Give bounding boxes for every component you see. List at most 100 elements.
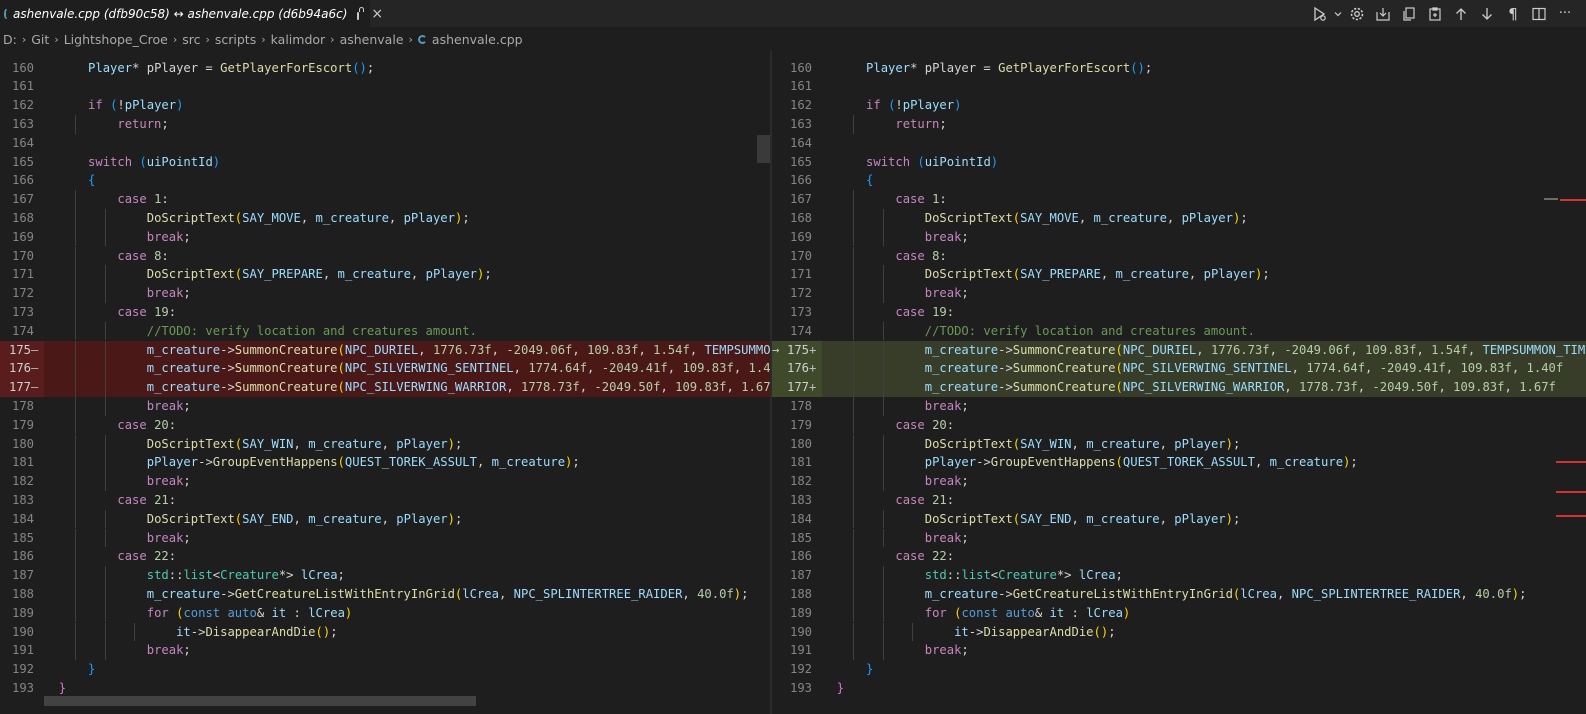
code-line[interactable]: 180 DoScriptText(SAY_WIN, m_creature, pP… xyxy=(772,434,1586,454)
inserted-line[interactable]: 176 + m_creature->SummonCreature(NPC_SILV… xyxy=(772,359,1586,379)
code-line[interactable]: 180 DoScriptText(SAY_WIN, m_creature, pP… xyxy=(0,434,770,454)
code-line[interactable]: 189 for (const auto& it : lCrea) xyxy=(772,603,1586,623)
code-line[interactable]: 187 std::list<Creature*> lCrea; xyxy=(0,566,770,585)
code-line[interactable]: 178 break; xyxy=(0,396,770,416)
code-line[interactable]: 164 xyxy=(772,134,1586,153)
arrow-right-icon[interactable]: → xyxy=(772,341,779,360)
deleted-line[interactable]: 176— m_creature->SummonCreature(NPC_SILV… xyxy=(0,359,770,379)
breadcrumb-segment[interactable]: src xyxy=(182,32,200,47)
code-line[interactable]: 179 case 20: xyxy=(772,415,1586,435)
code-line[interactable]: 173 case 19: xyxy=(0,302,770,322)
code-line[interactable]: 168 DoScriptText(SAY_MOVE, m_creature, p… xyxy=(0,208,770,228)
close-icon[interactable]: × xyxy=(371,6,383,22)
line-number: 180 xyxy=(11,436,34,451)
code-line[interactable]: 161 xyxy=(0,77,770,96)
code-line[interactable]: 179 case 20: xyxy=(0,415,770,435)
code-line[interactable]: 165 switch (uiPointId) xyxy=(0,153,770,172)
code-line[interactable]: 169 break; xyxy=(772,227,1586,247)
code-line[interactable]: 193 } xyxy=(772,679,1586,698)
gear-icon[interactable] xyxy=(1344,4,1370,24)
inserted-line[interactable]: 175 + → m_creature->SummonCreature(NPC_DUR… xyxy=(772,340,1586,360)
code-line[interactable]: 169 break; xyxy=(0,227,770,247)
chevron-down-icon[interactable] xyxy=(1332,4,1344,24)
code-line[interactable]: 189 for (const auto& it : lCrea) xyxy=(0,603,770,623)
code-line[interactable]: 191 break; xyxy=(0,641,770,661)
code-line[interactable]: 182 break; xyxy=(772,472,1586,491)
code-line[interactable]: 173 case 19: xyxy=(772,302,1586,322)
code-line[interactable]: 166 { xyxy=(0,171,770,190)
run-icon[interactable] xyxy=(1306,4,1332,24)
code-line[interactable]: 162 if (!pPlayer) xyxy=(772,96,1586,115)
overview-ruler[interactable] xyxy=(1540,51,1586,714)
code-line[interactable]: 174 //TODO: verify location and creature… xyxy=(772,321,1586,341)
code-line[interactable]: 184 DoScriptText(SAY_END, m_creature, pP… xyxy=(772,509,1586,529)
code-line[interactable]: 170 case 8: xyxy=(0,246,770,266)
deleted-line[interactable]: 175— m_creature->SummonCreature(NPC_DURI… xyxy=(0,340,770,360)
code-line[interactable]: 172 break; xyxy=(772,284,1586,303)
code-line[interactable]: 187 std::list<Creature*> lCrea; xyxy=(772,566,1586,585)
code-line[interactable]: 161 xyxy=(772,77,1586,96)
code-line[interactable]: 186 case 22: xyxy=(0,547,770,567)
left-vertical-scrollbar-thumb[interactable] xyxy=(757,135,770,163)
code-line[interactable]: 165 switch (uiPointId) xyxy=(772,153,1586,172)
code-line[interactable]: 178 break; xyxy=(772,396,1586,416)
copy-icon[interactable] xyxy=(1396,4,1422,24)
breadcrumb-segment[interactable]: kalimdor xyxy=(271,32,326,47)
code-line[interactable]: 163 return; xyxy=(772,114,1586,134)
code-line[interactable]: 184 DoScriptText(SAY_END, m_creature, pP… xyxy=(0,509,770,529)
tab-diff-ashenvale[interactable]: ashenvale.cpp (dfb90c58) ↔ ashenvale.cpp… xyxy=(0,0,383,27)
code-line[interactable]: 181 pPlayer->GroupEventHappens(QUEST_TOR… xyxy=(772,453,1586,473)
diff-modified-pane[interactable]: 160 Player* pPlayer = GetPlayerForEscort… xyxy=(772,51,1586,714)
code-line[interactable]: 193 } xyxy=(0,679,770,698)
code-line[interactable]: 170 case 8: xyxy=(772,246,1586,266)
code-line[interactable]: 174 //TODO: verify location and creature… xyxy=(0,321,770,341)
code-line[interactable]: 160 Player* pPlayer = GetPlayerForEscort… xyxy=(0,59,770,78)
breadcrumb-segment[interactable]: Git xyxy=(31,32,49,47)
code-line[interactable]: 166 { xyxy=(772,171,1586,190)
code-line[interactable]: 185 break; xyxy=(0,528,770,548)
code-text: case 8: xyxy=(822,246,1586,266)
code-line[interactable]: 188 m_creature->GetCreatureListWithEntry… xyxy=(772,584,1586,604)
diff-original-pane[interactable]: 160 Player* pPlayer = GetPlayerForEscort… xyxy=(0,51,770,714)
code-line[interactable]: 190 it->DisappearAndDie(); xyxy=(0,622,770,642)
deleted-line[interactable]: 177— m_creature->SummonCreature(NPC_SILV… xyxy=(0,378,770,397)
arrow-down-icon[interactable] xyxy=(1474,4,1500,24)
breadcrumb-segment[interactable]: D: xyxy=(0,32,17,47)
code-line[interactable]: 191 break; xyxy=(772,641,1586,661)
code-line[interactable]: 167 case 1: xyxy=(0,190,770,209)
pilcrow-icon[interactable]: ¶ xyxy=(1500,4,1526,24)
code-line[interactable]: 185 break; xyxy=(772,528,1586,548)
code-line[interactable]: 168 DoScriptText(SAY_MOVE, m_creature, p… xyxy=(772,208,1586,228)
inserted-line[interactable]: 177 + m_creature->SummonCreature(NPC_SILV… xyxy=(772,378,1586,397)
breadcrumb-segment[interactable]: ashenvale.cpp xyxy=(432,32,523,47)
paste-icon[interactable] xyxy=(1422,4,1448,24)
code-line[interactable]: 188 m_creature->GetCreatureListWithEntry… xyxy=(0,584,770,604)
indent-guide xyxy=(75,434,77,454)
code-line[interactable]: 182 break; xyxy=(0,472,770,491)
breadcrumb-segment[interactable]: scripts xyxy=(215,32,256,47)
code-line[interactable]: 190 it->DisappearAndDie(); xyxy=(772,622,1586,642)
code-line[interactable]: 183 case 21: xyxy=(772,490,1586,510)
code-line[interactable]: 171 DoScriptText(SAY_PREPARE, m_creature… xyxy=(0,265,770,285)
code-line[interactable]: 162 if (!pPlayer) xyxy=(0,96,770,115)
code-line[interactable]: 172 break; xyxy=(0,284,770,303)
code-line[interactable]: 167 case 1: xyxy=(772,190,1586,209)
code-line[interactable]: 171 DoScriptText(SAY_PREPARE, m_creature… xyxy=(772,265,1586,285)
arrow-up-icon[interactable] xyxy=(1448,4,1474,24)
code-line[interactable]: 163 return; xyxy=(0,114,770,134)
more-icon[interactable]: ··· xyxy=(1552,4,1578,24)
code-line[interactable]: 183 case 21: xyxy=(0,490,770,510)
code-line[interactable]: 160 Player* pPlayer = GetPlayerForEscort… xyxy=(772,59,1586,78)
code-line[interactable]: 186 case 22: xyxy=(772,547,1586,567)
lock-icon[interactable] xyxy=(357,6,365,20)
code-line[interactable]: 192 } xyxy=(772,660,1586,679)
code-line[interactable]: 181 pPlayer->GroupEventHappens(QUEST_TOR… xyxy=(0,453,770,473)
breadcrumb-segment[interactable]: Lightshope_Croe xyxy=(64,32,168,47)
code-line[interactable]: 192 } xyxy=(0,660,770,679)
breadcrumb-segment[interactable]: ashenvale xyxy=(340,32,404,47)
left-horizontal-scrollbar-thumb[interactable] xyxy=(44,696,476,706)
code-line[interactable]: 164 xyxy=(0,134,770,153)
split-editor-icon[interactable] xyxy=(1526,4,1552,24)
save-download-icon[interactable] xyxy=(1370,4,1396,24)
